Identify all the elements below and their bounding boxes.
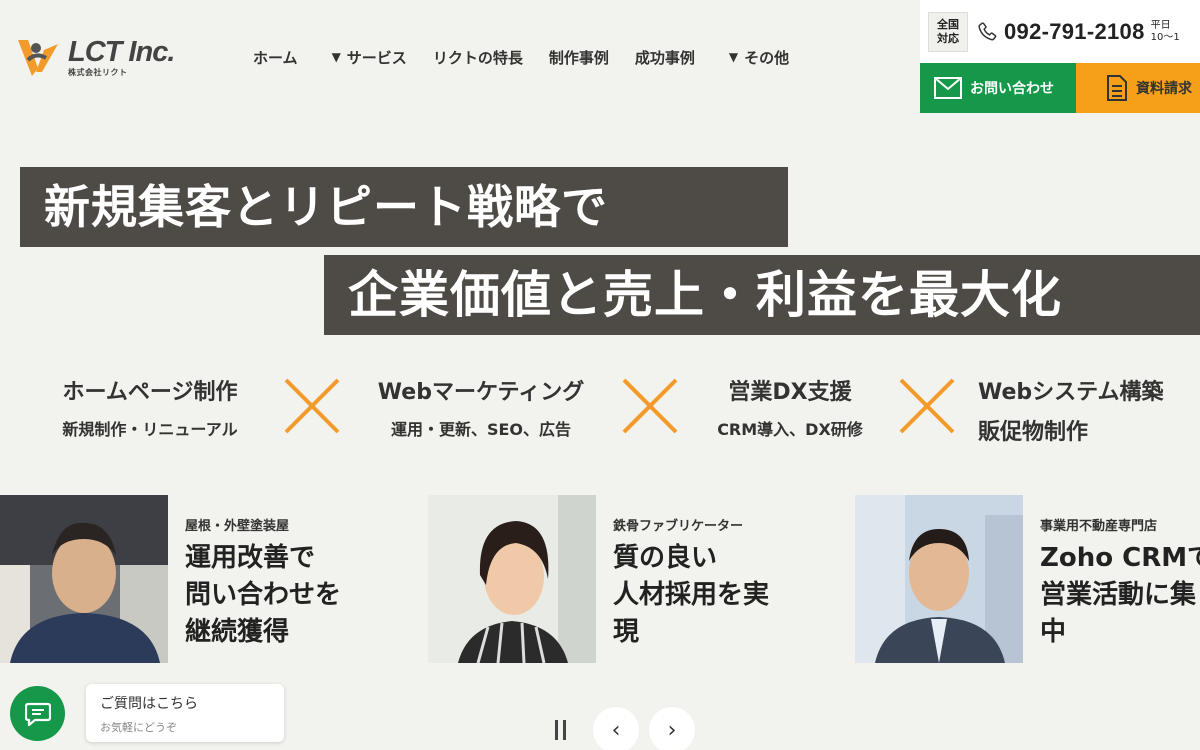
- service-subtitle: 新規制作・リニューアル: [62, 420, 238, 439]
- chat-subtitle: お気軽にどうぞ: [100, 721, 177, 734]
- inquiry-button[interactable]: お問い合わせ: [920, 63, 1076, 113]
- slider-prev-button[interactable]: ‹: [593, 707, 639, 750]
- headline-line: 継続獲得: [185, 617, 290, 647]
- chevron-left-icon: ‹: [611, 717, 621, 743]
- case-headline: 質の良い 人材採用を実 現: [613, 540, 769, 651]
- mail-icon: [934, 77, 962, 99]
- phone-row: 全国 対応 092-791-2108 平日 10〜1: [928, 12, 1180, 52]
- service-web-marketing[interactable]: Webマーケティング 運用・更新、SEO、広告: [362, 374, 600, 440]
- case-headline: 運用改善で 問い合わせを 継続獲得: [185, 540, 341, 651]
- company-logo[interactable]: LCT Inc. 株式会社リクト: [14, 32, 175, 80]
- nav-label: リクトの特長: [432, 48, 523, 67]
- nav-item-others[interactable]: ▼ その他: [729, 47, 789, 68]
- case-body: 屋根・外壁塗装屋 運用改善で 問い合わせを 継続獲得: [185, 495, 341, 663]
- cross-icon: [284, 378, 340, 434]
- nav-label: その他: [744, 48, 790, 67]
- dropdown-triangle-icon: ▼: [728, 50, 739, 64]
- logo-subtitle: 株式会社リクト: [68, 68, 128, 77]
- badge-line: 全国: [937, 18, 959, 31]
- service-web-production[interactable]: ホームページ制作 新規制作・リニューアル: [40, 374, 260, 440]
- chat-button[interactable]: [10, 686, 65, 741]
- service-subtitle: 運用・更新、SEO、広告: [390, 420, 572, 439]
- logo-name: LCT Inc.: [68, 36, 175, 68]
- chat-title: ご質問はこちら: [100, 696, 198, 712]
- service-title: 営業DX支援: [728, 380, 852, 405]
- docs-label: 資料請求: [1136, 81, 1192, 97]
- case-body: 事業用不動産専門店 Zoho CRMで 営業活動に集 中: [1040, 495, 1200, 663]
- pause-bar: [554, 720, 558, 740]
- badge-line: 対応: [937, 32, 959, 45]
- service-web-system[interactable]: Webシステム構築 販促物制作: [978, 374, 1200, 446]
- nav-item-works[interactable]: 制作事例: [549, 47, 609, 68]
- headline-line: 営業活動に集: [1040, 580, 1197, 610]
- case-photo: [0, 495, 168, 663]
- cross-icon: [899, 378, 955, 434]
- phone-icon: [978, 22, 997, 41]
- headline-line: Zoho CRMで: [1040, 543, 1200, 573]
- headline-line: 質の良い: [613, 543, 718, 573]
- nationwide-badge: 全国 対応: [928, 12, 968, 52]
- nav-label: 制作事例: [548, 48, 609, 67]
- logo-mark-icon: [18, 40, 58, 76]
- headline-line: 運用改善で: [185, 543, 316, 573]
- headline-line: 問い合わせを: [185, 580, 342, 610]
- hours-line: 10〜1: [1150, 32, 1180, 43]
- contact-box: 全国 対応 092-791-2108 平日 10〜1 お問い合わせ 資料請求: [920, 0, 1200, 113]
- phone-hours: 平日 10〜1: [1151, 20, 1180, 44]
- headline-line: 現: [613, 617, 640, 647]
- nav-label: サービス: [346, 48, 407, 67]
- service-title: Webマーケティング: [377, 380, 585, 405]
- nav-label: 成功事例: [634, 48, 695, 67]
- chevron-right-icon: ›: [667, 717, 677, 743]
- service-sales-dx[interactable]: 営業DX支援 CRM導入、DX研修: [700, 374, 880, 440]
- phone-number[interactable]: 092-791-2108: [1004, 19, 1145, 45]
- slider-pause-button[interactable]: [546, 716, 574, 744]
- chat-icon: [24, 702, 51, 726]
- service-subtitle: CRM導入、DX研修: [717, 420, 863, 439]
- case-category: 鉄骨ファブリケーター: [613, 519, 744, 534]
- headline-line: 人材採用を実: [613, 580, 770, 610]
- nav-item-home[interactable]: ホーム: [253, 47, 298, 68]
- document-request-button[interactable]: 資料請求: [1076, 63, 1200, 113]
- case-category: 屋根・外壁塗装屋: [185, 519, 290, 534]
- nav-label: ホーム: [253, 48, 298, 67]
- hero-headline-line1: 新規集客とリピート戦略で: [20, 167, 788, 247]
- service-subtitle: 販促物制作: [978, 420, 1089, 445]
- chat-bubble[interactable]: ご質問はこちら お気軽にどうぞ: [86, 684, 284, 742]
- service-title: Webシステム構築: [978, 380, 1164, 405]
- case-body: 鉄骨ファブリケーター 質の良い 人材採用を実 現: [613, 495, 769, 663]
- hero-headline-line2: 企業価値と売上・利益を最大化: [324, 255, 1200, 335]
- main-nav: ホーム ▼ サービス リクトの特長 制作事例 成功事例 ▼ その他: [253, 45, 789, 69]
- case-card[interactable]: 屋根・外壁塗装屋 運用改善で 問い合わせを 継続獲得: [0, 495, 341, 663]
- cross-icon: [622, 378, 678, 434]
- headline-line: 中: [1040, 617, 1067, 647]
- case-card[interactable]: 事業用不動産専門店 Zoho CRMで 営業活動に集 中: [855, 495, 1200, 663]
- slider-next-button[interactable]: ›: [649, 707, 695, 750]
- dropdown-triangle-icon: ▼: [331, 50, 341, 64]
- case-card[interactable]: 鉄骨ファブリケーター 質の良い 人材採用を実 現: [428, 495, 769, 663]
- hours-line: 平日: [1150, 20, 1171, 31]
- nav-item-services[interactable]: ▼ サービス: [332, 47, 407, 68]
- case-category: 事業用不動産専門店: [1040, 519, 1158, 534]
- case-photo: [855, 495, 1023, 663]
- document-icon: [1107, 75, 1127, 101]
- inquiry-label: お問い合わせ: [970, 81, 1054, 97]
- nav-item-features[interactable]: リクトの特長: [433, 47, 523, 68]
- nav-item-success[interactable]: 成功事例: [635, 47, 695, 68]
- case-photo: [428, 495, 596, 663]
- service-title: ホームページ制作: [62, 380, 238, 405]
- case-headline: Zoho CRMで 営業活動に集 中: [1040, 540, 1200, 651]
- pause-bar: [562, 720, 566, 740]
